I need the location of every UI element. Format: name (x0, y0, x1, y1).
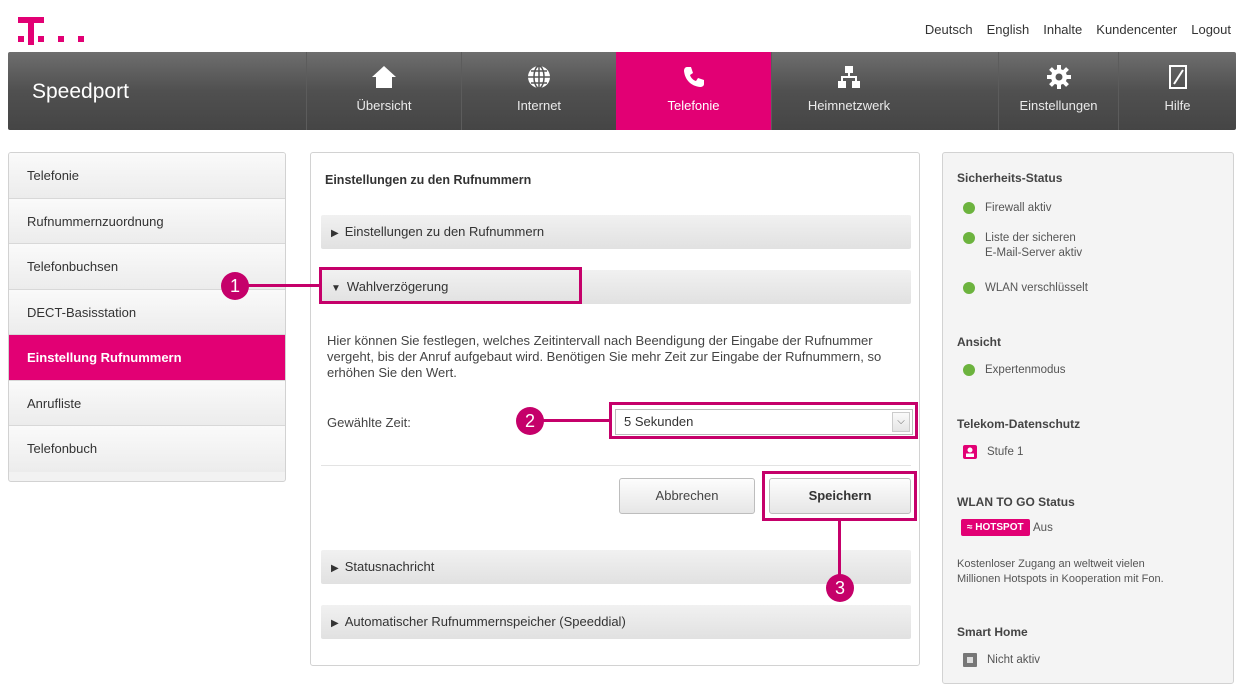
hotspot-badge[interactable]: ≈ HOTSPOT (961, 519, 1030, 536)
highlight-time-select (609, 402, 918, 439)
status-ok-icon (963, 232, 975, 244)
cancel-button[interactable]: Abbrechen (619, 478, 755, 514)
view-title: Ansicht (957, 335, 1002, 349)
section-speeddial[interactable]: ▶ Automatischer Rufnummernspeicher (Speed… (321, 605, 911, 639)
top-links: Deutsch English Inhalte Kundencenter Log… (925, 22, 1231, 37)
page-title: Einstellungen zu den Rufnummern (325, 173, 532, 187)
security-status-title: Sicherheits-Status (957, 171, 1063, 185)
hotspot-description: Kostenloser Zugang an weltweit vielen Mil… (957, 558, 1164, 585)
home-icon (372, 66, 396, 88)
status-ok-icon (963, 282, 975, 294)
menu-item-anrufliste[interactable]: Anrufliste (9, 380, 285, 426)
smarthome-icon (963, 653, 977, 667)
status-ok-icon (963, 202, 975, 214)
nav-internet[interactable]: Internet (461, 52, 616, 130)
phone-icon (683, 67, 704, 87)
link-deutsch[interactable]: Deutsch (925, 22, 973, 37)
link-kundencenter[interactable]: Kundencenter (1096, 22, 1177, 37)
divider (321, 465, 911, 466)
time-label: Gewählte Zeit: (327, 415, 411, 430)
section-statusnachricht[interactable]: ▶ Statusnachricht (321, 550, 911, 584)
status-email-server: Liste der sicheren E-Mail-Server aktiv (963, 231, 1082, 261)
privacy-person-icon (963, 445, 977, 459)
link-english[interactable]: English (987, 22, 1030, 37)
telekom-logo[interactable] (18, 14, 98, 48)
smarthome-status: Nicht aktiv (963, 653, 1040, 668)
status-wlan: WLAN verschlüsselt (963, 281, 1088, 296)
menu-item-einstellung-rufnummern[interactable]: Einstellung Rufnummern (9, 335, 285, 381)
menu-item-rufnummernzuordnung[interactable]: Rufnummernzuordnung (9, 198, 285, 244)
main-navbar: Speedport Übersicht Internet Telefonie H… (8, 52, 1236, 130)
smarthome-title: Smart Home (957, 625, 1028, 639)
globe-icon (528, 65, 550, 89)
privacy-title: Telekom-Datenschutz (957, 417, 1081, 431)
privacy-level[interactable]: Stufe 1 (963, 445, 1023, 460)
brand-title: Speedport (32, 80, 129, 103)
menu-item-telefonbuch[interactable]: Telefonbuch (9, 426, 285, 472)
section-label: Automatischer Rufnummernspeicher (Speedd… (344, 614, 626, 629)
gear-icon (1046, 65, 1071, 89)
callout-line-1 (248, 284, 320, 287)
nav-hilfe[interactable]: Hilfe (1118, 52, 1236, 130)
callout-line-3 (838, 521, 841, 576)
link-inhalte[interactable]: Inhalte (1043, 22, 1082, 37)
nav-einstellungen[interactable]: Einstellungen (998, 52, 1118, 130)
section-einstellungen-rufnummern[interactable]: ▶ Einstellungen zu den Rufnummern (321, 215, 911, 249)
collapsed-triangle-icon: ▶ (331, 563, 339, 574)
hotspot-state: Aus (1033, 522, 1053, 534)
help-icon (1168, 65, 1187, 89)
left-menu: Telefonie Rufnummernzuordnung Telefonbuc… (8, 152, 286, 482)
callout-badge-1: 1 (221, 272, 249, 300)
section-label: Statusnachricht (344, 559, 435, 574)
section-label: Einstellungen zu den Rufnummern (344, 224, 545, 239)
network-icon (838, 66, 860, 88)
nav-label: Einstellungen (1019, 98, 1098, 113)
status-ok-icon (963, 364, 975, 376)
menu-item-telefonie[interactable]: Telefonie (9, 153, 285, 199)
nav-label: Telefonie (667, 98, 720, 113)
nav-label: Übersicht (356, 98, 412, 113)
highlight-wahlverzoegerung (319, 267, 582, 304)
nav-label: Internet (516, 98, 562, 113)
status-firewall: Firewall aktiv (963, 201, 1051, 216)
wlan-togo-title: WLAN TO GO Status (957, 495, 1075, 509)
nav-label: Hilfe (1164, 98, 1191, 113)
callout-badge-2: 2 (516, 407, 544, 435)
wahlverzoegerung-description: Hier können Sie festlegen, welches Zeiti… (327, 333, 882, 380)
link-logout[interactable]: Logout (1191, 22, 1231, 37)
nav-telefonie[interactable]: Telefonie (616, 52, 771, 130)
collapsed-triangle-icon: ▶ (331, 618, 339, 629)
callout-badge-3: 3 (826, 574, 854, 602)
collapsed-triangle-icon: ▶ (331, 228, 339, 239)
nav-heimnetzwerk[interactable]: Heimnetzwerk (771, 52, 926, 130)
view-mode[interactable]: Expertenmodus (963, 363, 1066, 378)
nav-uebersicht[interactable]: Übersicht (306, 52, 461, 130)
highlight-save-button (762, 471, 917, 521)
nav-label: Heimnetzwerk (807, 98, 891, 113)
status-sidebar: Sicherheits-Status Firewall aktiv Liste … (942, 152, 1234, 684)
callout-line-2 (540, 419, 610, 422)
